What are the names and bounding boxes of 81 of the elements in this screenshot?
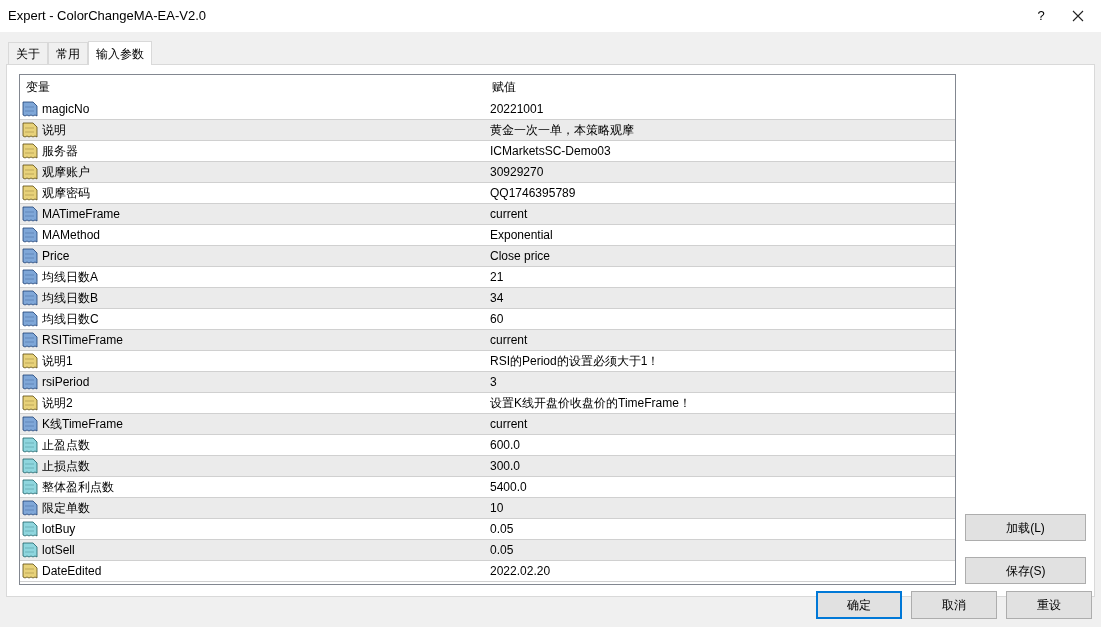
variable-value: 20221001 [489,101,544,118]
variable-value: current [489,332,528,349]
variable-name: 均线日数A [42,269,98,286]
table-row[interactable]: 观摩密码 QQ1746395789 [20,183,955,204]
variable-name: 观摩账户 [42,164,90,181]
variable-name: RSITimeFrame [42,332,123,349]
table-row[interactable]: 均线日数C 60 [20,309,955,330]
variable-name: 说明2 [42,395,73,412]
variable-value: RSI的Period的设置必须大于1！ [489,353,660,370]
variable-value: 设置K线开盘价收盘价的TimeFrame！ [489,395,691,412]
variable-value: 0.05 [489,521,514,538]
dialog-button[interactable]: 确定 [816,591,902,619]
table-row[interactable]: Price Close price [20,246,955,267]
table-row[interactable]: 说明1 RSI的Period的设置必须大于1！ [20,351,955,372]
variable-name: 限定单数 [42,500,90,517]
variable-value: 黄金一次一单，本策略观摩 [489,122,634,139]
variable-value: 3 [489,374,497,391]
variable-value: 2022.02.20 [489,563,551,580]
variable-value: Exponential [489,227,553,244]
variable-value: ICMarketsSC-Demo03 [489,143,611,160]
variable-name: 整体盈利点数 [42,479,114,496]
table-row[interactable]: 说明 黄金一次一单，本策略观摩 [20,120,955,141]
variable-value: 600.0 [489,437,521,454]
help-button[interactable]: ? [1018,6,1064,26]
tab[interactable]: 输入参数 [88,41,152,65]
variable-name: DateEdited [42,563,102,580]
variable-name: 均线日数B [42,290,98,307]
table-row[interactable]: 说明2 设置K线开盘价收盘价的TimeFrame！ [20,393,955,414]
table-row[interactable]: K线TimeFrame current [20,414,955,435]
variable-value: 60 [489,311,504,328]
variable-name: magicNo [42,101,90,118]
variable-value: current [489,416,528,433]
table-row[interactable]: lotBuy 0.05 [20,519,955,540]
dialog-button[interactable]: 取消 [911,591,997,619]
variable-name: MAMethod [42,227,101,244]
variable-name: Price [42,248,70,265]
side-button[interactable]: 加载(L) [965,514,1086,541]
tab[interactable]: 常用 [48,42,88,64]
variable-name: 均线日数C [42,311,99,328]
window-title: Expert - ColorChangeMA-EA-V2.0 [8,7,207,26]
table-row[interactable]: MATimeFrame current [20,204,955,225]
variable-name: 服务器 [42,143,78,160]
variable-name: 止损点数 [42,458,90,475]
variable-name: rsiPeriod [42,374,90,391]
table-row[interactable]: RSITimeFrame current [20,330,955,351]
variable-name: 说明1 [42,353,73,370]
table-row[interactable]: rsiPeriod 3 [20,372,955,393]
variable-name: K线TimeFrame [42,416,123,433]
variable-name: 说明 [42,122,66,139]
table-row[interactable]: 整体盈利点数 5400.0 [20,477,955,498]
side-button[interactable]: 保存(S) [965,557,1086,584]
variable-value: 30929270 [489,164,544,181]
table-row[interactable]: MAMethod Exponential [20,225,955,246]
variable-value: 21 [489,269,504,286]
variable-value: 10 [489,500,504,517]
variable-name: lotBuy [42,521,76,538]
variable-value: 300.0 [489,458,521,475]
tab[interactable]: 关于 [8,42,48,64]
table-row[interactable]: 观摩账户 30929270 [20,162,955,183]
variable-value: current [489,206,528,223]
table-row[interactable]: 止盈点数 600.0 [20,435,955,456]
table-row[interactable]: DateEdited 2022.02.20 [20,561,955,582]
table-row[interactable]: 止损点数 300.0 [20,456,955,477]
table-row[interactable]: lotSell 0.05 [20,540,955,561]
table-row[interactable]: 均线日数A 21 [20,267,955,288]
variable-value: 34 [489,290,504,307]
variable-name: 观摩密码 [42,185,90,202]
variable-value: Close price [489,248,551,265]
variable-name: 止盈点数 [42,437,90,454]
variable-value: QQ1746395789 [489,185,576,202]
dialog-button[interactable]: 重设 [1006,591,1092,619]
table-row[interactable]: 限定单数 10 [20,498,955,519]
variable-name: MATimeFrame [42,206,120,223]
column-header[interactable]: 赋值 [486,78,516,96]
table-row[interactable]: 服务器 ICMarketsSC-Demo03 [20,141,955,162]
table-row[interactable]: 均线日数B 34 [20,288,955,309]
table-row[interactable]: magicNo 20221001 [20,99,955,120]
variable-name: lotSell [42,542,75,559]
column-header[interactable]: 变量 [20,78,486,96]
variable-value: 5400.0 [489,479,527,496]
variable-value: 0.05 [489,542,514,559]
